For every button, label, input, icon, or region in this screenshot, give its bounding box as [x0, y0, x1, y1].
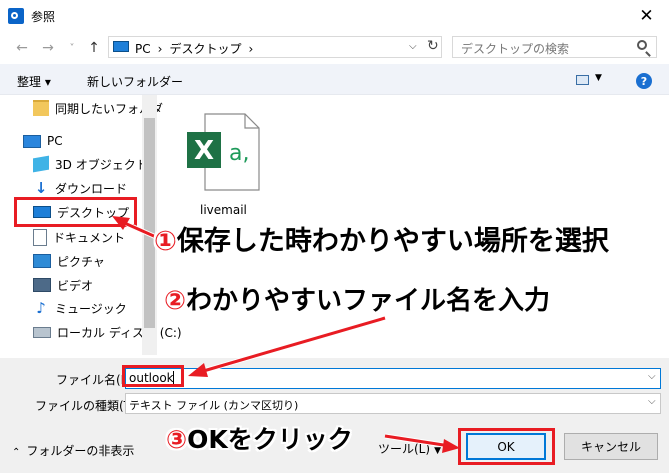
annotation-step1-number: ①: [154, 226, 177, 257]
annotation-step2-text: わかりやすいファイル名を入力: [186, 286, 551, 316]
annotation-step1-text: 保存した時わかりやすい場所を選択: [176, 226, 609, 257]
annotation-step1: ①保存した時わかりやすい場所を選択: [154, 219, 609, 258]
annotation-step3-number: ③: [166, 425, 188, 454]
annotation-step3-text: OKをクリック: [187, 425, 353, 454]
annotation-step2: ②わかりやすいファイル名を入力: [164, 280, 550, 317]
annotation-step2-number: ②: [164, 286, 187, 316]
annotation-step3: ③OKをクリック: [166, 420, 353, 456]
